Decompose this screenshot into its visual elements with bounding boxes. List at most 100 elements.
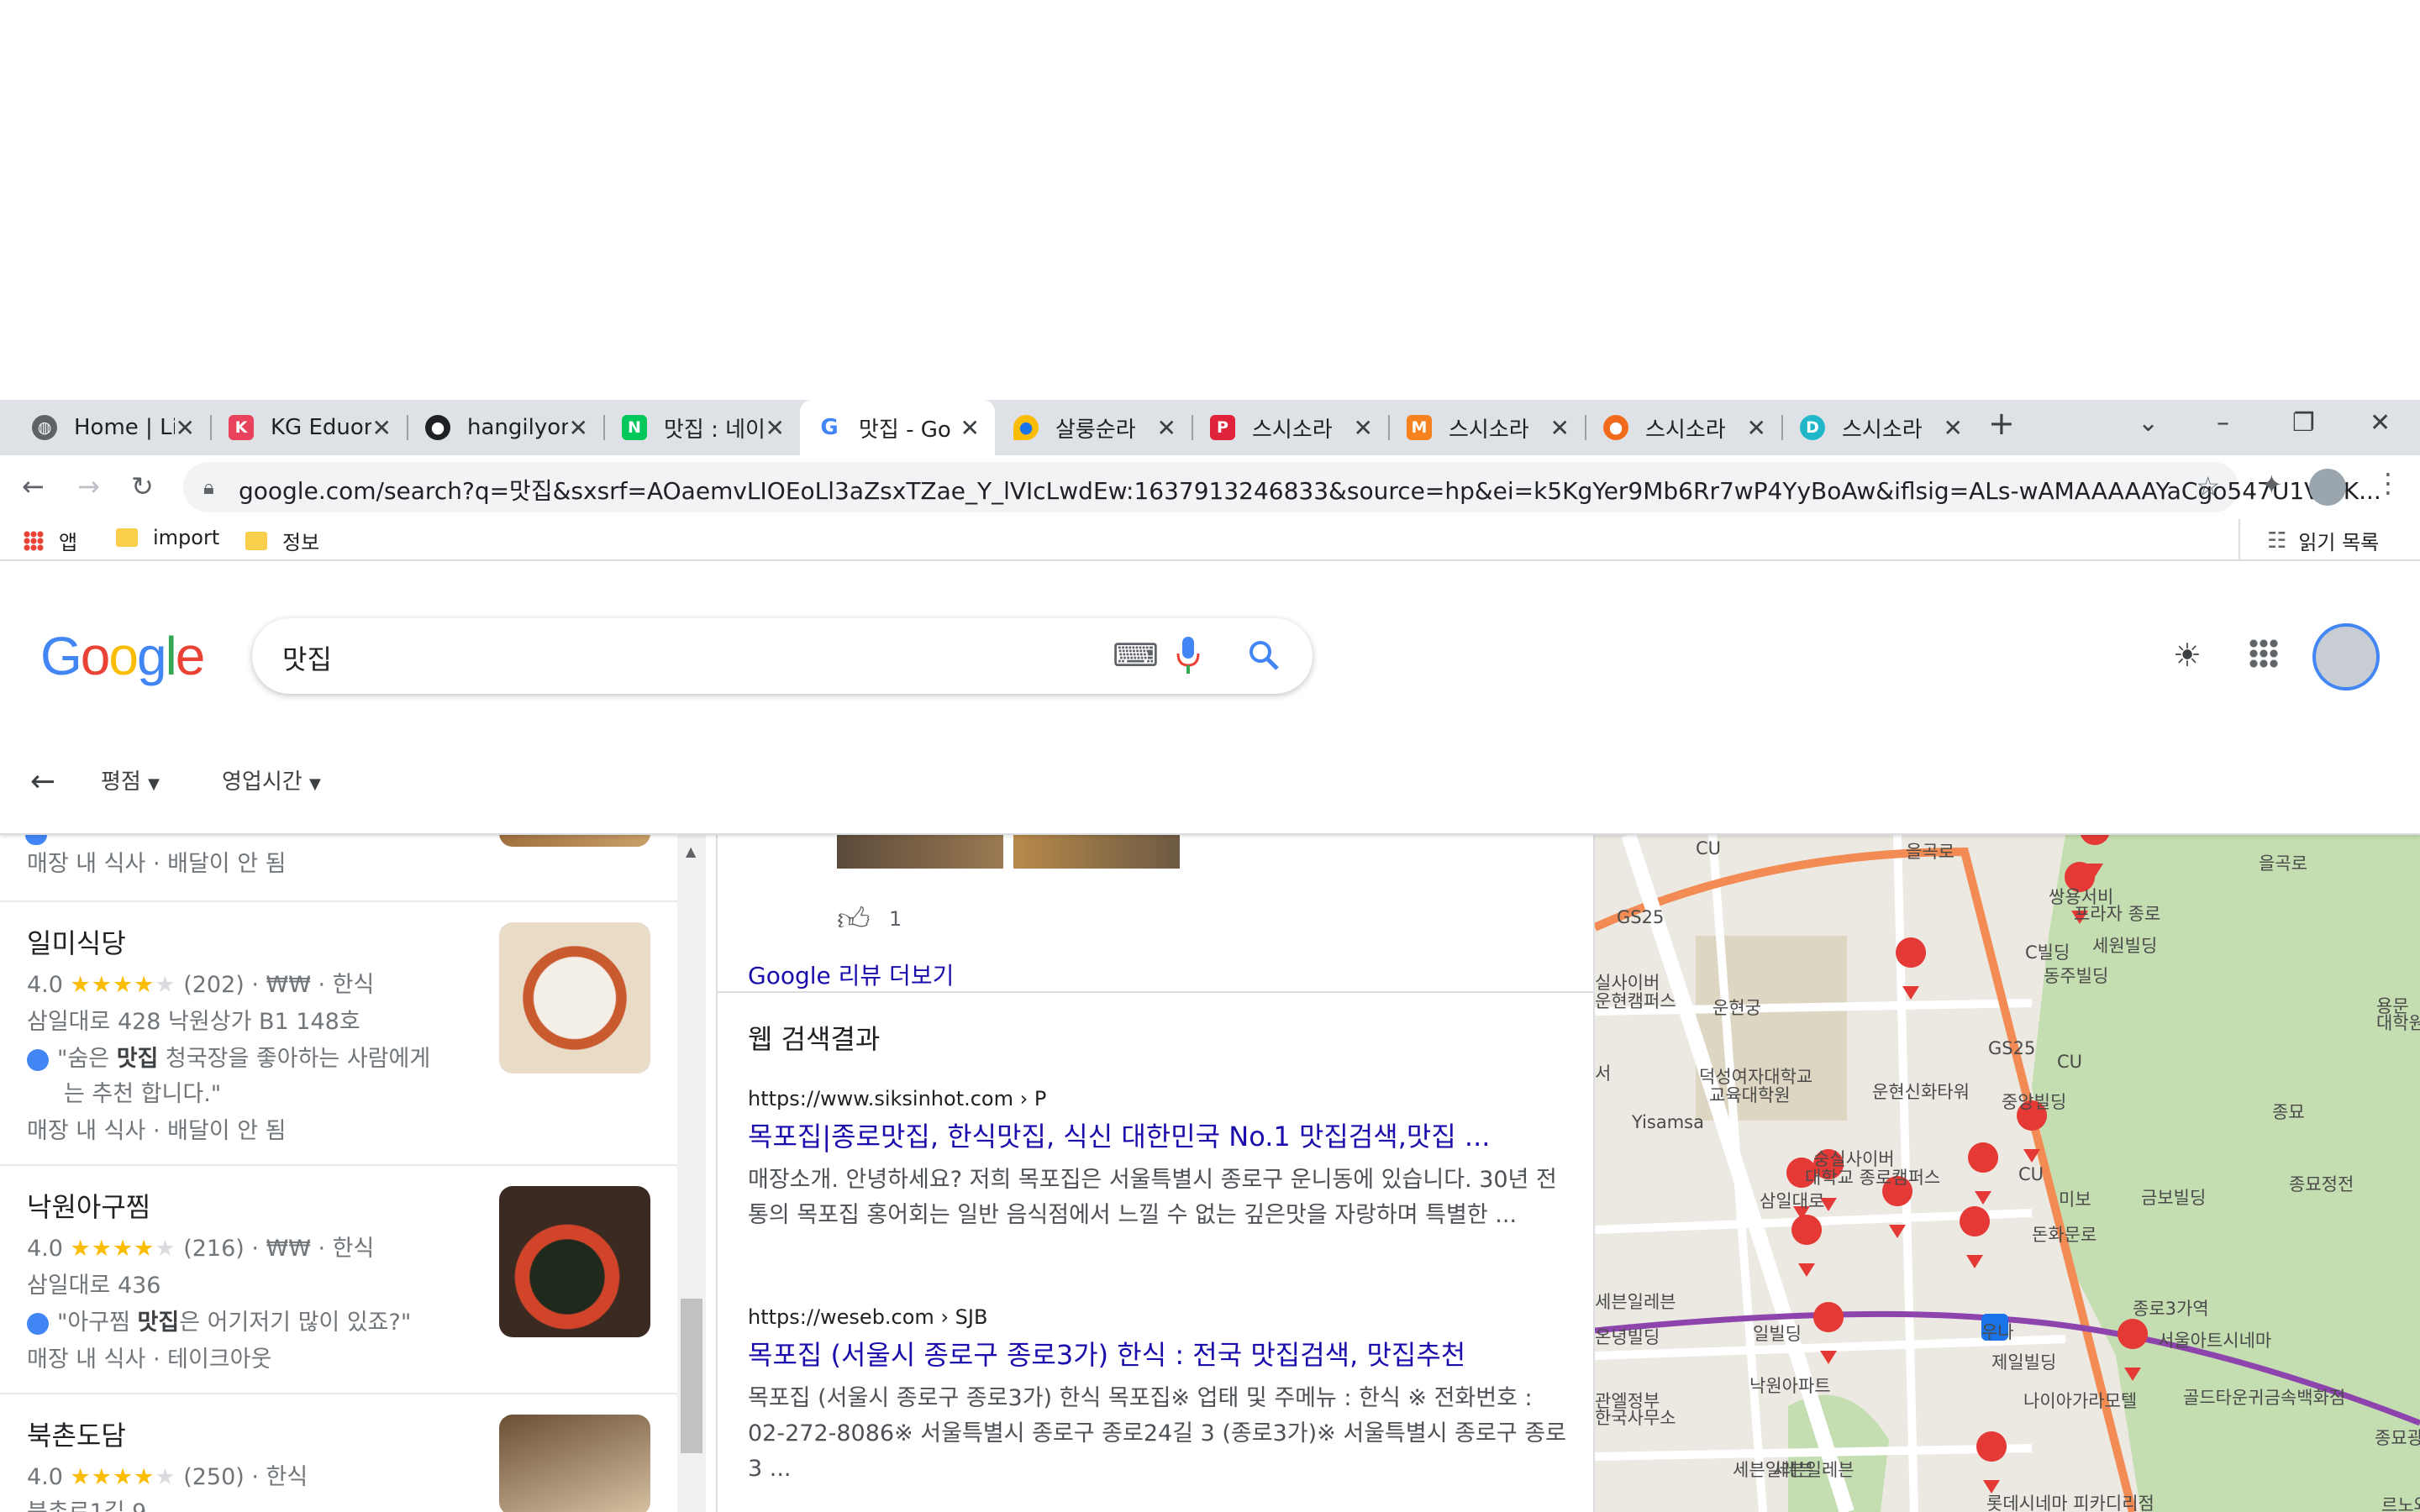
tab-github[interactable]: ● hangilyon ✕ bbox=[408, 400, 603, 455]
restore-button[interactable]: ❐ bbox=[2292, 408, 2315, 438]
tab-google-active[interactable]: G 맛집 - Go ✕ bbox=[800, 400, 995, 455]
like-count: 1 bbox=[889, 907, 902, 931]
back-arrow-icon[interactable]: ← bbox=[30, 764, 55, 799]
bookmark-info[interactable]: 정보 bbox=[245, 526, 319, 555]
list-item[interactable]: 북촌도담 4.0 ★★★★★ (250) · 한식 북촌로1길 9 bbox=[0, 1394, 677, 1512]
map-pin-icon: ● bbox=[1013, 415, 1039, 440]
scroll-up-icon[interactable]: ▲ bbox=[686, 843, 696, 859]
scrollbar-thumb[interactable] bbox=[681, 1299, 702, 1453]
keyboard-icon[interactable]: ⌨ bbox=[1113, 637, 1159, 674]
place-photo[interactable] bbox=[499, 1415, 650, 1512]
close-icon[interactable]: ✕ bbox=[569, 414, 588, 442]
place-meta: (216) · ₩₩ · 한식 bbox=[183, 1236, 375, 1262]
reading-list-button[interactable]: ☷ 읽기 목록 bbox=[2267, 526, 2379, 555]
m-icon: M bbox=[1407, 415, 1432, 440]
apps-label: 앱 bbox=[59, 531, 78, 554]
tab-sushi-4[interactable]: D 스시소라 ✕ bbox=[1783, 400, 1978, 455]
apps-grid-icon bbox=[24, 530, 44, 551]
result-title-link[interactable]: 목포집 (서울시 종로구 종로3가) 한식 : 전국 맛집검색, 맛집추천 bbox=[748, 1334, 1465, 1373]
close-icon[interactable]: ✕ bbox=[1944, 414, 1963, 442]
place-name[interactable]: 북촌도담 bbox=[27, 1415, 126, 1453]
map-label: 동주빌딩 bbox=[2044, 966, 2109, 986]
close-icon[interactable]: ✕ bbox=[1157, 414, 1176, 442]
map-view[interactable]: 을곡로 을곡로 CU GS25 쌍용서비 프라자 종로 세원빌딩 C빌딩 동주빌딩 CU 실사이버 운… bbox=[1595, 835, 2420, 1512]
map-label: GS25 bbox=[1988, 1038, 2036, 1058]
place-photo[interactable] bbox=[499, 1186, 650, 1337]
naver-icon: N bbox=[622, 415, 647, 440]
close-icon[interactable]: ✕ bbox=[765, 414, 785, 442]
forward-arrow-icon[interactable]: → bbox=[77, 470, 100, 502]
reload-icon[interactable]: ↻ bbox=[131, 470, 154, 502]
rating-value: 4.0 bbox=[27, 1464, 63, 1490]
address-url[interactable]: google.com/search?q=맛집&sxsrf=AOaemvLIOEo… bbox=[239, 473, 2381, 507]
close-icon[interactable]: ✕ bbox=[1550, 414, 1570, 442]
dark-theme-sun-icon[interactable]: ☀ bbox=[2173, 637, 2202, 674]
list-item[interactable]: 낙원아구찜 4.0 ★★★★★ (216) · ₩₩ · 한식 삼일대로 436… bbox=[0, 1166, 677, 1393]
list-item[interactable]: 일미식당 4.0 ★★★★★ (202) · ₩₩ · 한식 삼일대로 428 … bbox=[0, 902, 677, 1164]
tab-strip: ◍ Home | Li ✕ K KG Eduon ✕ ● hangilyon ✕… bbox=[0, 400, 2420, 455]
filter-rating[interactable]: 평점 ▼ bbox=[101, 764, 160, 795]
map-label: 서 bbox=[1595, 1063, 1612, 1084]
place-name[interactable]: 일미식당 bbox=[27, 922, 126, 961]
places-list: 매장 내 식사 · 배달이 안 됨 일미식당 4.0 ★★★★★ (202) ·… bbox=[0, 769, 677, 1512]
close-icon[interactable]: ✕ bbox=[1747, 414, 1766, 442]
apps-shortcut[interactable]: 앱 bbox=[24, 526, 77, 555]
tab-sushi-2[interactable]: M 스시소라 ✕ bbox=[1390, 400, 1585, 455]
place-photo[interactable] bbox=[499, 922, 650, 1074]
map-label: 르노와 bbox=[2381, 1495, 2420, 1512]
new-tab-button[interactable]: + bbox=[1988, 405, 2015, 442]
list-scrollbar[interactable]: ▲ bbox=[677, 835, 706, 1512]
search-box[interactable]: 맛집 ⌨ bbox=[252, 618, 1313, 694]
tab-home[interactable]: ◍ Home | Li ✕ bbox=[0, 400, 210, 455]
tab-sushi-1[interactable]: P 스시소라 ✕ bbox=[1193, 400, 1388, 455]
map-label: 세븐일레븐 bbox=[1595, 1292, 1676, 1312]
google-apps-icon[interactable] bbox=[2249, 638, 2279, 669]
account-avatar[interactable] bbox=[2312, 623, 2380, 690]
rating-stars-icon: ★★★★★ bbox=[70, 1464, 176, 1490]
map-label: CU bbox=[2018, 1164, 2044, 1184]
menu-kebab-icon[interactable]: ⋮ bbox=[2375, 467, 2402, 499]
minimize-button[interactable]: – bbox=[2217, 408, 2229, 438]
map-label: 운현캠퍼스 bbox=[1595, 991, 1676, 1011]
close-icon[interactable]: ✕ bbox=[960, 414, 980, 442]
map-label: 금보빌딩 bbox=[2141, 1188, 2207, 1208]
place-review-line2: 는 추천 합니다." bbox=[64, 1081, 222, 1107]
tab-naver[interactable]: N 맛집 : 네이 ✕ bbox=[605, 400, 800, 455]
bookmark-import[interactable]: import bbox=[116, 526, 219, 549]
address-bar[interactable]: 🔒︎ google.com/search?q=맛집&sxsrf=AOaemvLI… bbox=[183, 462, 2381, 512]
filter-rating-label: 평점 bbox=[101, 769, 141, 795]
map-label: 세븐일레븐 bbox=[1733, 1460, 1814, 1480]
result-url: https://weseb.com › SJB bbox=[748, 1305, 988, 1329]
map-label: 미보 bbox=[2059, 1189, 2091, 1210]
close-icon[interactable]: ✕ bbox=[1354, 414, 1373, 442]
place-rating-line: 4.0 ★★★★★ (202) · ₩₩ · 한식 bbox=[27, 966, 374, 999]
google-logo[interactable]: Google bbox=[40, 625, 205, 687]
search-icon[interactable] bbox=[1247, 638, 1281, 672]
close-icon[interactable]: ✕ bbox=[176, 414, 195, 442]
filter-hours[interactable]: 영업시간 ▼ bbox=[222, 764, 321, 795]
close-icon[interactable]: ✕ bbox=[372, 414, 392, 442]
extensions-puzzle-icon[interactable]: ✦ bbox=[2260, 469, 2283, 501]
thumbs-up-icon[interactable]: 👍︎ bbox=[837, 900, 871, 939]
tab-sushi-3[interactable]: ● 스시소라 ✕ bbox=[1586, 400, 1781, 455]
tab-kg-eduone[interactable]: K KG Eduon ✕ bbox=[212, 400, 407, 455]
back-arrow-icon[interactable]: ← bbox=[22, 470, 45, 502]
tab-title: KG Eduon bbox=[271, 415, 371, 440]
map-label: 프라자 종로 bbox=[2074, 904, 2161, 924]
bookmark-star-icon[interactable]: ☆ bbox=[2196, 470, 2220, 502]
microphone-icon[interactable] bbox=[1176, 637, 1200, 675]
map-label: 나이아가라모텔 bbox=[2023, 1391, 2138, 1411]
close-window-button[interactable]: ✕ bbox=[2370, 408, 2391, 438]
more-reviews-link[interactable]: Google 리뷰 더보기 bbox=[748, 958, 954, 991]
profile-avatar[interactable] bbox=[2309, 469, 2346, 506]
search-input[interactable]: 맛집 bbox=[282, 638, 332, 677]
map-label: 서울아트시네마 bbox=[2158, 1331, 2272, 1351]
review-photo[interactable] bbox=[1013, 835, 1180, 869]
d-icon: D bbox=[1800, 415, 1825, 440]
review-photo[interactable] bbox=[837, 835, 1003, 869]
tab-map-place[interactable]: ● 살룽순라 ✕ bbox=[997, 400, 1192, 455]
tab-search-chevron-icon[interactable]: ⌄ bbox=[2138, 408, 2159, 438]
map-label: 삼일대로 bbox=[1760, 1191, 1825, 1211]
result-title-link[interactable]: 목포집|종로맛집, 한식맛집, 식신 대한민국 No.1 맛집검색,맛집 ... bbox=[748, 1116, 1490, 1154]
place-name[interactable]: 낙원아구찜 bbox=[27, 1186, 150, 1225]
